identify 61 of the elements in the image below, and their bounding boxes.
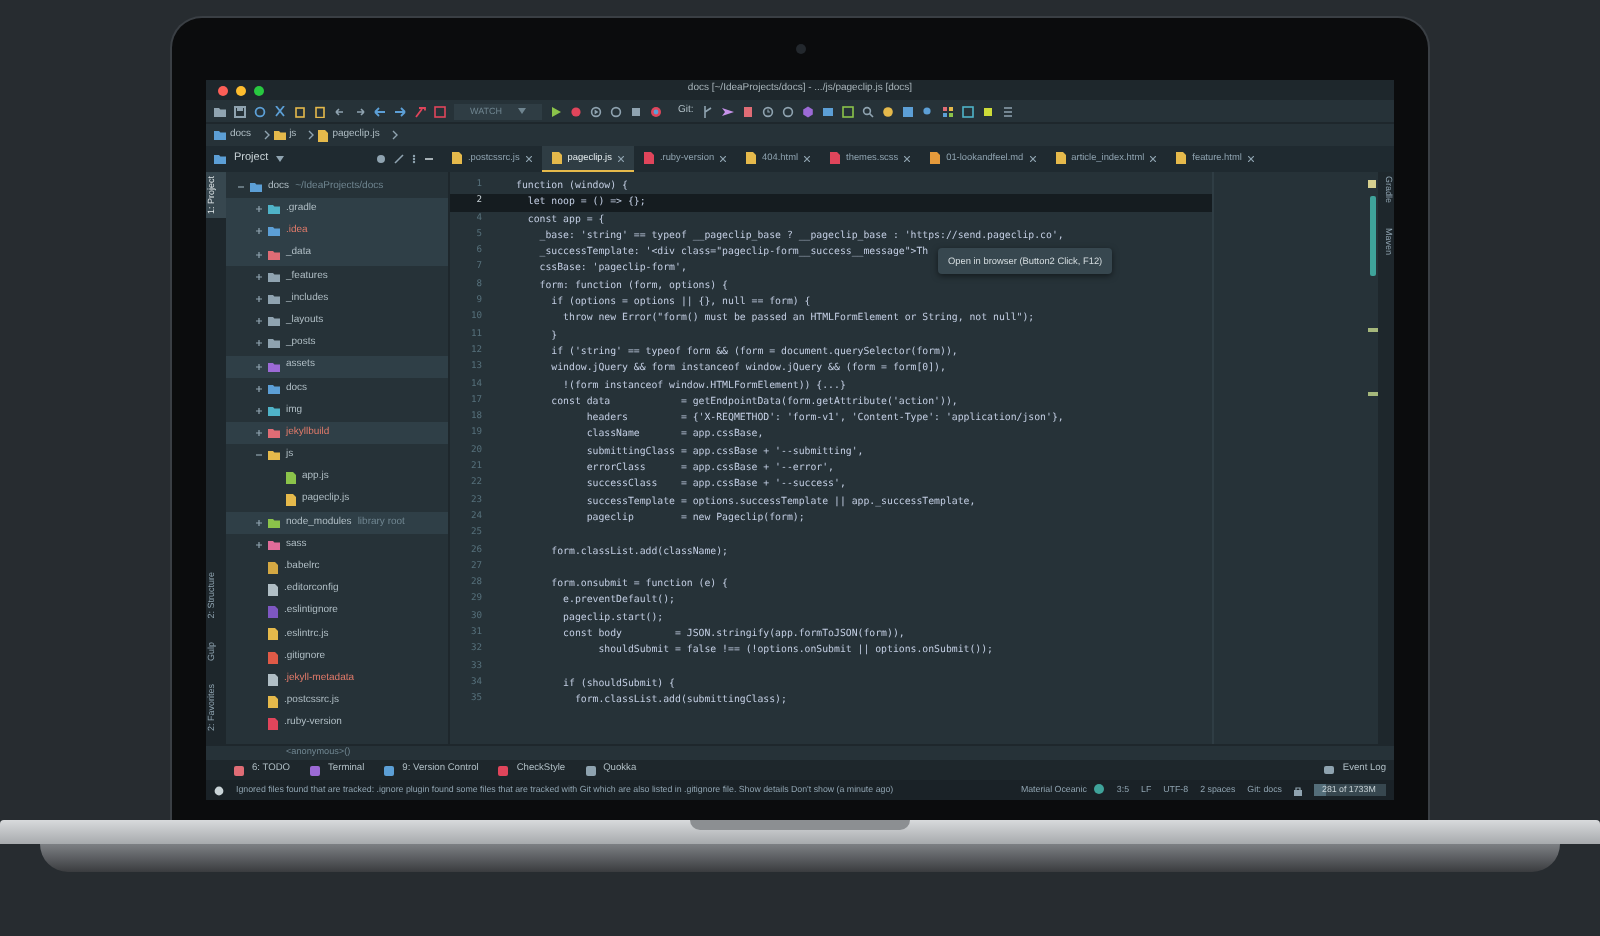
redo-icon[interactable] [354, 105, 366, 117]
error-marker-icon [1367, 392, 1377, 396]
warning-marker-icon [1368, 180, 1376, 188]
chevron-icon [391, 130, 398, 140]
left-arrow-icon[interactable] [374, 105, 386, 117]
chevron-icon [263, 130, 270, 140]
expand-toggle-icon[interactable] [256, 519, 262, 526]
run-coverage-icon[interactable] [590, 105, 602, 117]
expand-toggle-icon[interactable] [256, 363, 262, 370]
folder-icon[interactable] [214, 105, 226, 117]
expand-toggle-icon[interactable] [256, 430, 262, 437]
caret-icon [276, 156, 285, 162]
scissors-icon[interactable] [274, 105, 286, 117]
error-marker-icon [1367, 328, 1377, 332]
caret-icon [518, 108, 526, 114]
debug-icon[interactable] [570, 105, 582, 117]
expand-toggle-icon[interactable] [256, 318, 262, 325]
push-icon[interactable] [721, 105, 734, 117]
undo-icon[interactable] [334, 105, 346, 117]
play-icon[interactable] [550, 105, 562, 117]
folder-icon [273, 130, 286, 140]
close-icon[interactable] [617, 155, 624, 161]
list-icon[interactable] [1001, 105, 1014, 117]
right-arrow-icon[interactable] [394, 105, 406, 117]
target-icon[interactable] [376, 154, 386, 164]
close-button[interactable] [218, 85, 228, 95]
grid-icon[interactable] [941, 105, 954, 117]
speech-bubble-icon [1324, 765, 1335, 775]
expand-toggle-icon[interactable] [256, 273, 262, 280]
close-icon[interactable] [1150, 155, 1157, 161]
expand-toggle-icon[interactable] [256, 296, 262, 303]
close-icon[interactable] [525, 155, 532, 161]
stop-icon[interactable] [630, 105, 642, 117]
history-icon[interactable] [761, 105, 774, 117]
expand-toggle-icon[interactable] [256, 228, 262, 235]
minimize-icon[interactable] [424, 154, 434, 164]
expand-toggle-icon[interactable] [256, 340, 262, 347]
close-icon[interactable] [804, 155, 811, 161]
lock-icon [1294, 785, 1302, 795]
search-icon[interactable] [861, 105, 874, 117]
notification-icon [214, 785, 224, 795]
zoom-button[interactable] [254, 85, 264, 95]
close-icon[interactable] [720, 155, 727, 161]
scrollbar-thumb[interactable] [1369, 196, 1375, 276]
close-icon[interactable] [904, 155, 911, 161]
minimize-button[interactable] [236, 85, 246, 95]
expand-toggle-icon[interactable] [256, 206, 262, 213]
expand-toggle-icon[interactable] [256, 407, 262, 414]
expand-toggle-icon[interactable] [256, 251, 262, 258]
folder-icon [214, 130, 226, 140]
theme-dot-icon [1094, 784, 1105, 795]
close-icon[interactable] [1029, 155, 1036, 161]
branch-icon[interactable] [701, 105, 714, 117]
folder-icon [214, 154, 226, 164]
close-icon[interactable] [1247, 155, 1254, 161]
camera-icon [795, 44, 805, 54]
expand-toggle-icon[interactable] [256, 385, 262, 392]
hexagon-icon[interactable] [801, 105, 814, 117]
file-icon [318, 129, 329, 141]
chevron-icon [308, 130, 315, 140]
expand-toggle-icon[interactable] [256, 542, 262, 549]
